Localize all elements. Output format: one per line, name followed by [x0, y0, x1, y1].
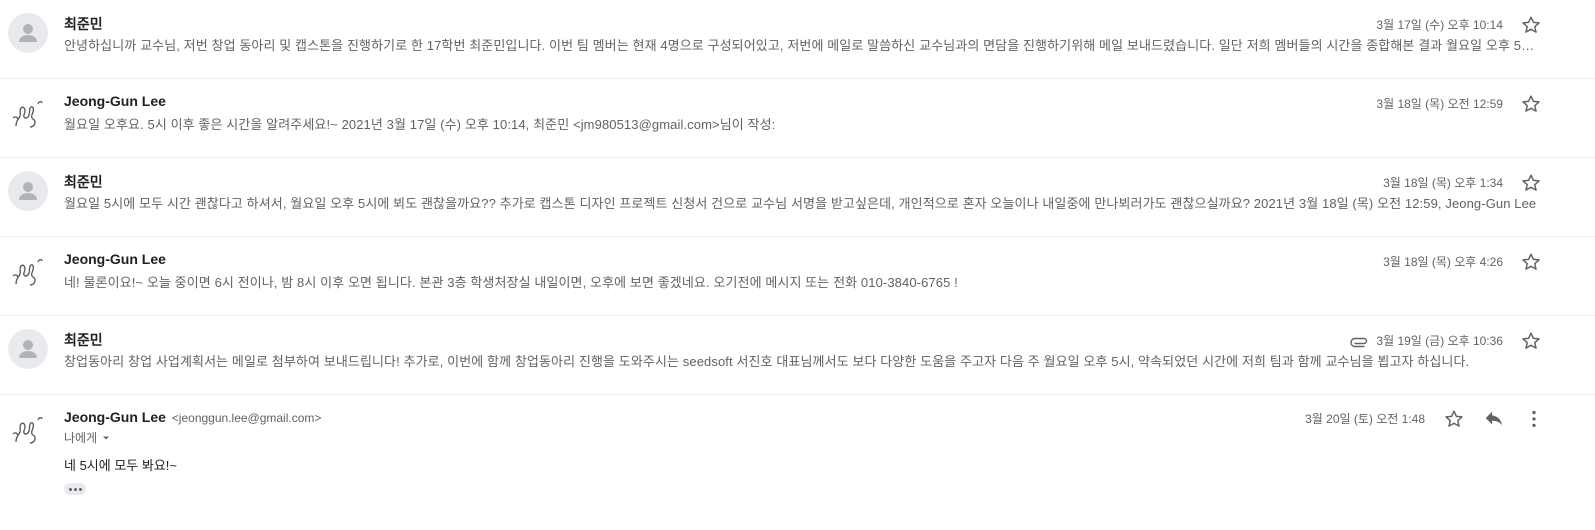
star-icon[interactable]: [1520, 330, 1542, 352]
caret-down-icon: [103, 436, 110, 439]
sender-name: Jeong-Gun Lee: [64, 93, 166, 109]
recipient-label: 나에게: [64, 431, 98, 445]
sketch-avatar-icon: [8, 250, 48, 290]
star-icon[interactable]: [1520, 251, 1542, 273]
default-person-icon: [8, 13, 48, 53]
more-vertical-icon[interactable]: [1523, 408, 1545, 430]
collapsed-message[interactable]: 최준민 월요일 5시에 모두 시간 괜찮다고 하셔서, 월요일 오후 5시에 뵈…: [0, 158, 1595, 237]
email-thread: 최준민 안녕하십니까 교수님, 저번 창업 동아리 및 캡스톤을 진행하기로 한…: [0, 0, 1595, 530]
sender-name: 최준민: [64, 332, 103, 348]
collapsed-message[interactable]: 최준민 창업동아리 창업 사업계획서는 메일로 첨부하여 보내드립니다! 추가로…: [0, 316, 1595, 395]
message-date: 3월 18일 (목) 오전 12:59: [1376, 95, 1503, 112]
star-icon[interactable]: [1520, 93, 1542, 115]
sender-name: Jeong-Gun Lee: [64, 251, 166, 267]
message-date: 3월 18일 (목) 오후 1:34: [1383, 174, 1503, 191]
message-snippet: 월요일 5시에 모두 시간 괜찮다고 하셔서, 월요일 오후 5시에 뵈도 괜찮…: [64, 196, 1537, 211]
collapsed-message[interactable]: 최준민 안녕하십니까 교수님, 저번 창업 동아리 및 캡스톤을 진행하기로 한…: [0, 0, 1595, 79]
message-date-text: 3월 19일 (금) 오후 10:36: [1376, 334, 1503, 348]
star-icon[interactable]: [1443, 408, 1465, 430]
message-snippet: 네! 물론이요!~ 오늘 중이면 6시 전이나, 밤 8시 이후 오면 됩니다.…: [64, 275, 958, 290]
message-date-text: 3월 20일 (토) 오전 1:48: [1305, 412, 1425, 426]
message-snippet: 안녕하십니까 교수님, 저번 창업 동아리 및 캡스톤을 진행하기로 한 17학…: [64, 38, 1546, 53]
collapsed-message[interactable]: Jeong-Gun Lee 네! 물론이요!~ 오늘 중이면 6시 전이나, 밤…: [0, 237, 1595, 316]
message-snippet: 월요일 오후요. 5시 이후 좋은 시간을 알려주세요!~ 2021년 3월 1…: [64, 117, 776, 132]
message-date-text: 3월 18일 (목) 오후 4:26: [1383, 255, 1503, 269]
reply-icon[interactable]: [1483, 408, 1505, 430]
message-date: 3월 19일 (금) 오후 10:36: [1350, 332, 1503, 349]
message-date-text: 3월 18일 (목) 오전 12:59: [1376, 97, 1503, 111]
recipient-dropdown[interactable]: 나에게: [64, 429, 111, 446]
message-snippet: 창업동아리 창업 사업계획서는 메일로 첨부하여 보내드립니다! 추가로, 이번…: [64, 354, 1470, 369]
message-date: 3월 18일 (목) 오후 4:26: [1383, 253, 1503, 270]
message-body: 네 5시에 모두 봐요!~: [64, 458, 177, 473]
expanded-message: Jeong-Gun Lee <jeonggun.lee@gmail.com> 나…: [0, 395, 1595, 530]
sender-name: 최준민: [64, 16, 103, 32]
message-date: 3월 17일 (수) 오후 10:14: [1376, 16, 1503, 33]
show-trimmed-content-button[interactable]: [64, 483, 86, 495]
sender-name: Jeong-Gun Lee: [64, 409, 166, 425]
sketch-avatar-icon: [8, 92, 48, 132]
star-icon[interactable]: [1520, 14, 1542, 36]
sender-email: <jeonggun.lee@gmail.com>: [171, 411, 322, 425]
default-person-icon: [8, 171, 48, 211]
message-date-text: 3월 17일 (수) 오후 10:14: [1376, 18, 1503, 32]
message-date-text: 3월 18일 (목) 오후 1:34: [1383, 176, 1503, 190]
message-date: 3월 20일 (토) 오전 1:48: [1305, 410, 1425, 427]
sender-name: 최준민: [64, 174, 103, 190]
default-person-icon: [8, 329, 48, 369]
sketch-avatar-icon: [8, 408, 48, 448]
sender-header: Jeong-Gun Lee <jeonggun.lee@gmail.com>: [64, 409, 321, 425]
star-icon[interactable]: [1520, 172, 1542, 194]
paperclip-icon: [1350, 334, 1370, 348]
collapsed-message[interactable]: Jeong-Gun Lee 월요일 오후요. 5시 이후 좋은 시간을 알려주세…: [0, 79, 1595, 158]
